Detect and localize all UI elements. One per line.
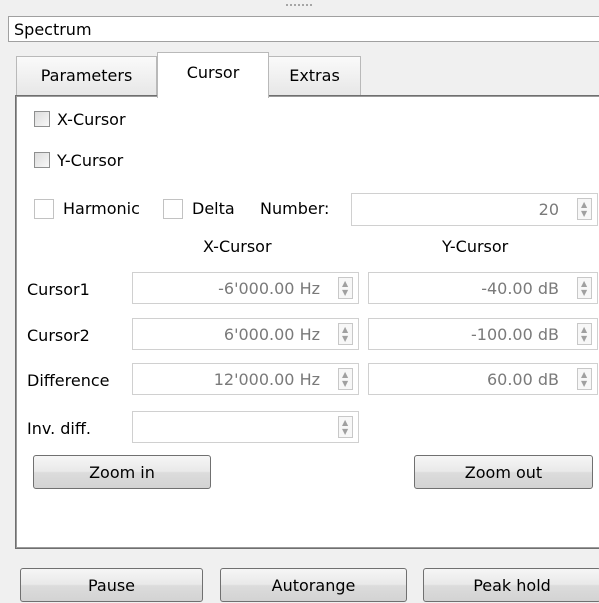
tab-extras[interactable]: Extras: [268, 56, 361, 97]
x-cursor-column-header: X-Cursor: [203, 237, 272, 256]
autorange-button[interactable]: Autorange: [220, 568, 407, 602]
harmonic-checkbox-label: Harmonic: [63, 199, 140, 218]
y-cursor-checkbox[interactable]: [34, 152, 50, 168]
cursor1-x-spinbox[interactable]: -6'000.00 Hz: [132, 272, 359, 304]
difference-x-spinbox[interactable]: 12'000.00 Hz: [132, 363, 359, 395]
cursor2-x-spinbox[interactable]: 6'000.00 Hz: [132, 318, 359, 350]
cursor2-x-spin-arrows-icon[interactable]: ▲ ▼: [338, 323, 353, 345]
delta-checkbox[interactable]: [163, 199, 183, 219]
delta-checkbox-label: Delta: [192, 199, 235, 218]
cursor1-label: Cursor1: [27, 280, 90, 299]
harmonic-checkbox[interactable]: [34, 199, 54, 219]
difference-x-value: 12'000.00 Hz: [213, 370, 320, 389]
panel-title: Spectrum: [8, 16, 599, 42]
cursor2-y-spinbox[interactable]: -100.00 dB: [368, 318, 598, 350]
difference-label: Difference: [27, 371, 110, 390]
inv-diff-label: Inv. diff.: [27, 419, 91, 438]
inv-diff-x-spin-arrows-icon[interactable]: ▲ ▼: [338, 416, 353, 438]
tab-parameters[interactable]: Parameters: [16, 56, 157, 97]
zoom-in-button[interactable]: Zoom in: [33, 455, 211, 489]
inv-diff-x-spinbox[interactable]: [132, 411, 359, 443]
peak-hold-button-label: Peak hold: [473, 576, 551, 595]
difference-x-spin-arrows-icon[interactable]: ▲ ▼: [338, 368, 353, 390]
tab-cursor[interactable]: Cursor: [157, 52, 269, 98]
pause-button[interactable]: Pause: [20, 568, 203, 602]
difference-y-spin-arrows-icon[interactable]: ▲ ▼: [577, 368, 592, 390]
x-cursor-checkbox-label: X-Cursor: [57, 110, 126, 129]
y-cursor-checkbox-label: Y-Cursor: [57, 151, 124, 170]
cursor2-x-value: 6'000.00 Hz: [223, 325, 320, 344]
cursor1-y-value: -40.00 dB: [481, 279, 559, 298]
pause-button-label: Pause: [87, 576, 136, 595]
tab-parameters-label: Parameters: [40, 66, 133, 85]
cursor2-y-value: -100.00 dB: [471, 325, 559, 344]
number-label: Number:: [260, 199, 330, 218]
number-spin-arrows-icon[interactable]: ▲ ▼: [577, 198, 592, 220]
cursor-tab-panel: X-Cursor Y-Cursor Harmonic Delta Number:…: [16, 96, 599, 548]
cursor1-y-spin-arrows-icon[interactable]: ▲ ▼: [577, 277, 592, 299]
panel-title-text: Spectrum: [14, 20, 92, 39]
number-spinbox[interactable]: 20: [351, 193, 598, 226]
cursor1-x-value: -6'000.00 Hz: [218, 279, 320, 298]
zoom-out-button[interactable]: Zoom out: [414, 455, 593, 489]
cursor1-y-spinbox[interactable]: -40.00 dB: [368, 272, 598, 304]
autorange-button-label: Autorange: [271, 576, 356, 595]
zoom-out-button-label: Zoom out: [464, 463, 543, 482]
number-value: 20: [538, 200, 559, 219]
zoom-in-button-label: Zoom in: [89, 463, 155, 482]
y-cursor-column-header: Y-Cursor: [442, 237, 509, 256]
tab-cursor-label: Cursor: [186, 63, 240, 82]
difference-y-spinbox[interactable]: 60.00 dB: [368, 363, 598, 395]
peak-hold-button[interactable]: Peak hold: [423, 568, 599, 602]
cursor2-y-spin-arrows-icon[interactable]: ▲ ▼: [577, 323, 592, 345]
cursor1-x-spin-arrows-icon[interactable]: ▲ ▼: [338, 277, 353, 299]
panel-resize-grip[interactable]: [285, 3, 313, 7]
tab-extras-label: Extras: [289, 66, 340, 85]
x-cursor-checkbox[interactable]: [34, 111, 50, 127]
cursor2-label: Cursor2: [27, 326, 90, 345]
difference-y-value: 60.00 dB: [486, 370, 559, 389]
